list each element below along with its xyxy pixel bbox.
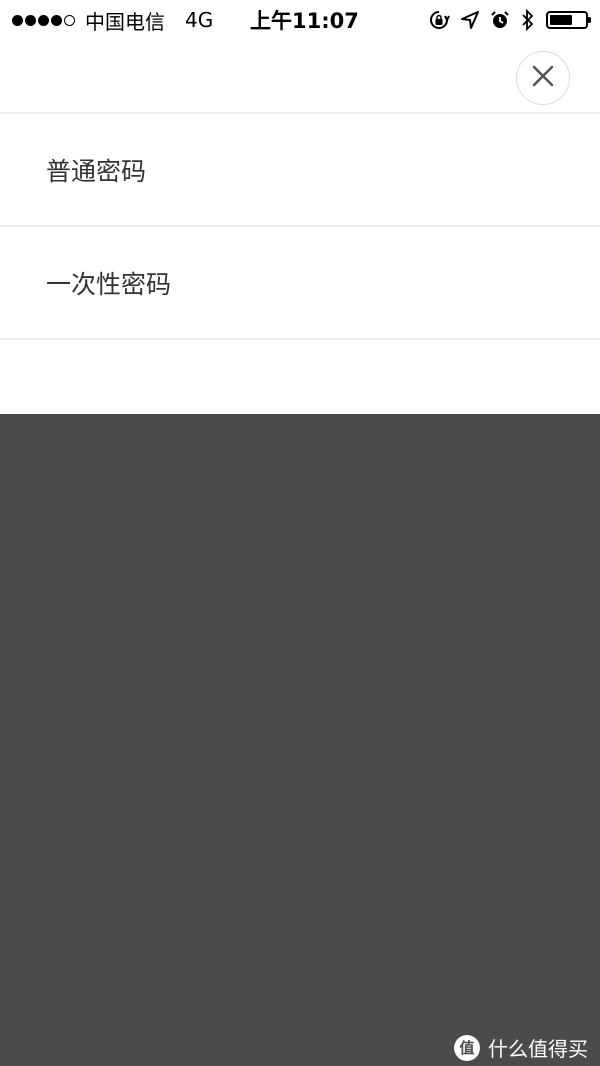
- option-one-time-password[interactable]: 一次性密码: [0, 227, 600, 340]
- alarm-icon: [490, 10, 510, 30]
- signal-dot: [51, 14, 62, 26]
- carrier-name: 中国电信: [85, 9, 165, 34]
- signal-dot: [38, 14, 49, 26]
- bluetooth-icon: [520, 8, 536, 32]
- close-button[interactable]: [516, 51, 570, 105]
- password-type-sheet: 普通密码 一次性密码: [0, 40, 600, 414]
- status-bar-right: [428, 0, 591, 40]
- option-normal-password[interactable]: 普通密码: [0, 114, 600, 227]
- status-bar-left: 中国电信 4G: [12, 0, 213, 40]
- battery-icon: [546, 11, 591, 29]
- signal-dot: [12, 14, 23, 26]
- status-bar: 中国电信 4G 上午11:07: [0, 0, 600, 40]
- option-label: 一次性密码: [46, 269, 172, 299]
- status-time: 上午11:07: [250, 9, 359, 33]
- battery-level: [550, 15, 573, 25]
- option-label: 普通密码: [46, 156, 147, 186]
- orientation-lock-icon: [428, 9, 450, 31]
- signal-dot: [25, 14, 36, 26]
- sheet-header: [0, 40, 600, 114]
- signal-dot-empty: [64, 14, 75, 26]
- watermark-text: 什么值得买: [488, 1037, 588, 1061]
- watermark-logo-icon: 值: [454, 1034, 480, 1061]
- screen: 中国电信 4G 上午11:07 普通密码 一次性密码 值 什么值得买: [0, 0, 600, 1066]
- dim-overlay[interactable]: [0, 414, 600, 1066]
- location-arrow-icon: [460, 10, 480, 30]
- watermark: 值 什么值得买: [454, 1033, 588, 1062]
- network-type: 4G: [185, 8, 214, 32]
- close-icon: [531, 64, 555, 92]
- signal-strength-icon: [12, 14, 75, 26]
